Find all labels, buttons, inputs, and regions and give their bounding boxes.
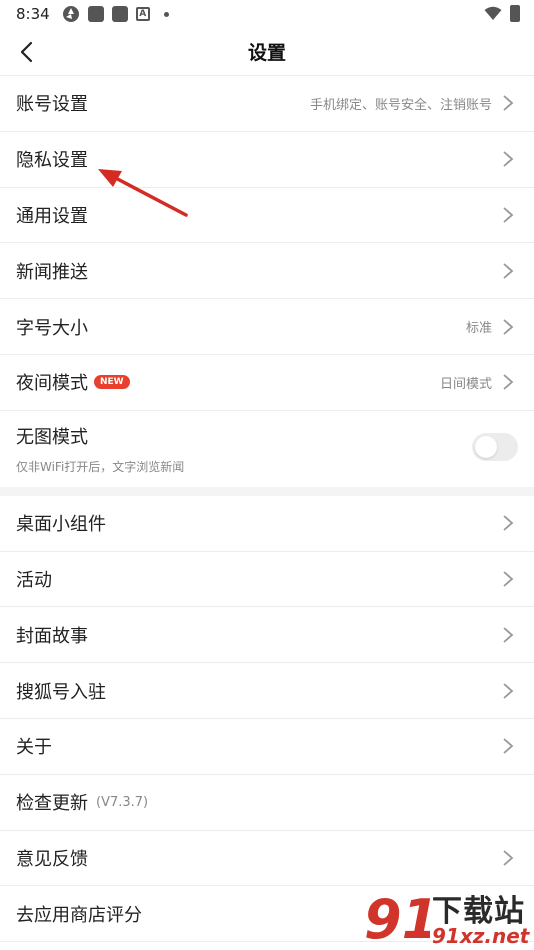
app-notification-icon [111, 6, 128, 22]
settings-item-about[interactable]: 关于 [0, 719, 534, 775]
watermark-logo-icon: 91 [364, 888, 430, 948]
status-time: 8:34 [16, 5, 50, 23]
toggle-knob [475, 435, 497, 458]
settings-item-label: 意见反馈 [16, 848, 88, 870]
chevron-right-icon [503, 850, 514, 866]
settings-item-subtitle: 仅非WiFi打开后，文字浏览新闻 [16, 459, 185, 474]
settings-item-label: 去应用商店评分 [16, 904, 142, 926]
settings-item-no-image-mode: 无图模式 仅非WiFi打开后，文字浏览新闻 [0, 411, 534, 487]
watermark-logo-text: 91 [364, 888, 430, 948]
settings-item-feedback[interactable]: 意见反馈 [0, 831, 534, 887]
annotation-arrow-icon [98, 169, 188, 217]
settings-item-news-push[interactable]: 新闻推送 [0, 243, 534, 300]
page-title: 设置 [247, 42, 286, 64]
settings-item-value: 手机绑定、账号安全、注销账号 [309, 97, 492, 113]
chevron-right-icon [503, 571, 514, 587]
settings-item-label: 夜间模式 [16, 373, 88, 395]
chevron-right-icon [503, 207, 514, 223]
settings-list: 账号设置 手机绑定、账号安全、注销账号 隐私设置 通用设置 新闻推送 字号大小 … [0, 76, 534, 943]
settings-item-label: 新闻推送 [16, 261, 88, 283]
settings-item-value: 标准 [465, 321, 492, 337]
chevron-right-icon [503, 263, 514, 279]
watermark-url: 91xz.net [432, 924, 530, 948]
settings-item-value: 日间模式 [439, 376, 492, 392]
settings-item-general[interactable]: 通用设置 [0, 188, 534, 244]
battery-icon [510, 5, 520, 22]
chevron-right-icon [503, 374, 514, 391]
section-divider [0, 486, 534, 496]
no-image-mode-toggle[interactable] [472, 432, 518, 461]
chevron-right-icon [503, 627, 514, 643]
a-notification-icon: A [135, 7, 150, 21]
settings-item-privacy[interactable]: 隐私设置 [0, 132, 534, 188]
chevron-right-icon [503, 515, 514, 531]
system-icons [484, 5, 520, 22]
settings-item-night-mode[interactable]: 夜间模式 NEW 日间模式 [0, 355, 534, 411]
settings-item-label: 桌面小组件 [16, 514, 106, 536]
app-notification-icon [87, 6, 104, 22]
chevron-right-icon [503, 738, 514, 755]
version-label: (V7.3.7) [96, 794, 149, 810]
settings-item-label: 封面故事 [16, 625, 88, 647]
wifi-icon [484, 6, 502, 20]
settings-item-cover-story[interactable]: 封面故事 [0, 607, 534, 664]
chevron-right-icon [503, 95, 514, 112]
settings-item-label: 账号设置 [16, 94, 88, 116]
settings-item-account[interactable]: 账号设置 手机绑定、账号安全、注销账号 [0, 76, 534, 132]
settings-item-label: 搜狐号入驻 [16, 681, 106, 703]
notification-icons: A [62, 5, 169, 23]
back-button[interactable] [12, 38, 40, 66]
settings-item-sohu-account[interactable]: 搜狐号入驻 [0, 663, 534, 719]
nav-bar: 设置 [0, 28, 534, 76]
settings-item-font-size[interactable]: 字号大小 标准 [0, 299, 534, 355]
chevron-right-icon [503, 318, 514, 335]
back-arrow-icon [20, 41, 33, 63]
chevron-right-icon [503, 151, 514, 167]
settings-item-widgets[interactable]: 桌面小组件 [0, 496, 534, 552]
settings-item-label: 关于 [16, 737, 52, 759]
settings-item-check-update[interactable]: 检查更新 (V7.3.7) [0, 775, 534, 831]
watermark: 91 下载站 91xz.net [362, 880, 534, 950]
new-badge: NEW [94, 375, 130, 390]
chevron-right-icon [503, 682, 514, 699]
settings-item-label: 检查更新 [16, 793, 88, 815]
settings-item-label: 无图模式 [16, 426, 88, 448]
settings-item-label: 活动 [16, 569, 52, 591]
settings-item-label: 通用设置 [16, 205, 88, 227]
settings-item-label: 隐私设置 [16, 150, 88, 172]
more-notifications-icon [163, 11, 169, 17]
settings-item-label: 字号大小 [16, 317, 88, 339]
settings-item-activities[interactable]: 活动 [0, 552, 534, 608]
aperture-icon [62, 6, 79, 22]
status-bar: 8:34 A [0, 0, 534, 28]
